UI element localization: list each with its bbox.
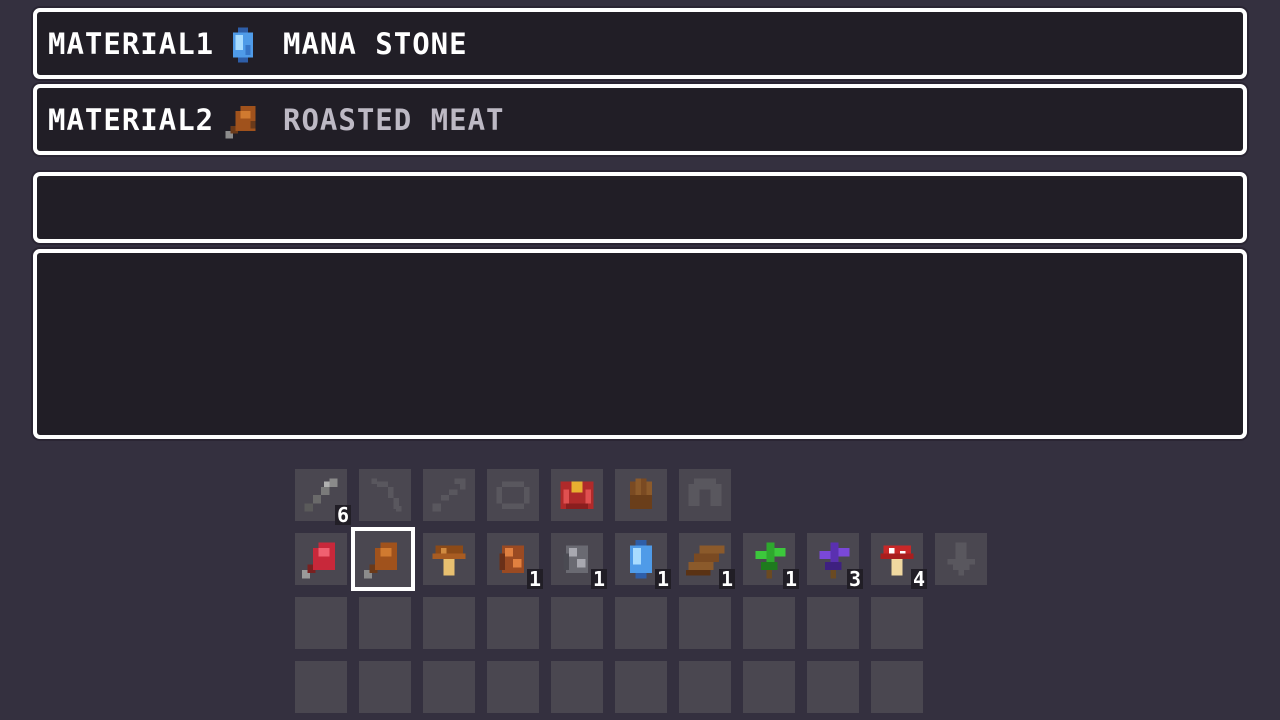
material1-label: MATERIAL1	[48, 27, 215, 61]
item-count: 4	[910, 567, 927, 591]
inventory-slot[interactable]	[807, 597, 859, 649]
item-count: 3	[846, 567, 863, 591]
equip-slot-arrow[interactable]	[423, 469, 475, 521]
inventory-slot[interactable]	[743, 661, 795, 713]
brown-mushroom-icon	[432, 545, 466, 576]
inventory-slot[interactable]	[679, 597, 731, 649]
result-slot-panel	[33, 172, 1247, 243]
hotbar-slot[interactable]: 1	[743, 533, 799, 589]
item-count: 1	[718, 567, 735, 591]
material2-name: ROASTED MEAT	[283, 103, 505, 137]
equip-slot-sword[interactable]: 6	[295, 469, 351, 525]
sort-button[interactable]	[935, 533, 987, 585]
item-count: 1	[526, 567, 543, 591]
material2-label: MATERIAL2	[48, 103, 215, 137]
material1-row[interactable]: MATERIAL1 MANA STONE	[33, 8, 1247, 79]
inventory-slot[interactable]	[487, 597, 539, 649]
hotbar-slot[interactable]: 4	[871, 533, 927, 589]
hotbar-slot[interactable]: 1	[551, 533, 607, 589]
arrow-icon	[432, 478, 466, 512]
inventory-slot[interactable]	[615, 597, 667, 649]
glove-icon	[630, 478, 652, 509]
inventory-slot[interactable]	[423, 661, 475, 713]
item-count: 1	[654, 567, 671, 591]
item-count: 6	[334, 503, 351, 527]
item-count: 1	[590, 567, 607, 591]
inventory-slot[interactable]	[295, 597, 347, 649]
inventory-slot[interactable]	[551, 661, 603, 713]
inventory-slot[interactable]	[743, 597, 795, 649]
hotbar-slot[interactable]: 1	[487, 533, 543, 589]
bow-icon	[371, 478, 402, 512]
inventory-slot[interactable]	[551, 597, 603, 649]
inventory-slot[interactable]	[295, 661, 347, 713]
inventory-slot[interactable]	[871, 597, 923, 649]
hotbar-slot[interactable]: 1	[679, 533, 735, 589]
inventory-slot[interactable]	[423, 597, 475, 649]
hotbar-slot[interactable]	[295, 533, 347, 585]
equip-slot-ring[interactable]	[487, 469, 539, 521]
hotbar-slot[interactable]	[423, 533, 475, 585]
mana-stone-icon	[233, 27, 253, 63]
inventory-slot[interactable]	[359, 597, 411, 649]
equip-slot-bow[interactable]	[359, 469, 411, 521]
description-panel	[33, 249, 1247, 439]
down-arrow-icon	[947, 542, 975, 576]
equip-slot-glove[interactable]	[615, 469, 667, 521]
ring-icon	[496, 481, 530, 509]
roasted-meat-icon	[225, 106, 256, 139]
hotbar-slot[interactable]: 1	[615, 533, 671, 589]
helmet-icon	[688, 478, 722, 506]
inventory-slot[interactable]	[615, 661, 667, 713]
equip-slot-helmet[interactable]	[679, 469, 731, 521]
hotbar-slot[interactable]: 3	[807, 533, 863, 589]
inventory-slot[interactable]	[359, 661, 411, 713]
roasted-meat-icon	[363, 542, 397, 579]
equip-slot-armor[interactable]	[551, 469, 603, 521]
armor-icon	[560, 481, 594, 509]
inventory-slot[interactable]	[807, 661, 859, 713]
material1-name: MANA STONE	[283, 27, 468, 61]
inventory-slot[interactable]	[487, 661, 539, 713]
inventory-slot[interactable]	[871, 661, 923, 713]
hotbar-slot-selected[interactable]	[351, 527, 415, 591]
material2-row[interactable]: MATERIAL2 ROASTED MEAT	[33, 84, 1247, 155]
inventory-slot[interactable]	[679, 661, 731, 713]
item-count: 1	[782, 567, 799, 591]
raw-meat-icon	[301, 542, 335, 579]
